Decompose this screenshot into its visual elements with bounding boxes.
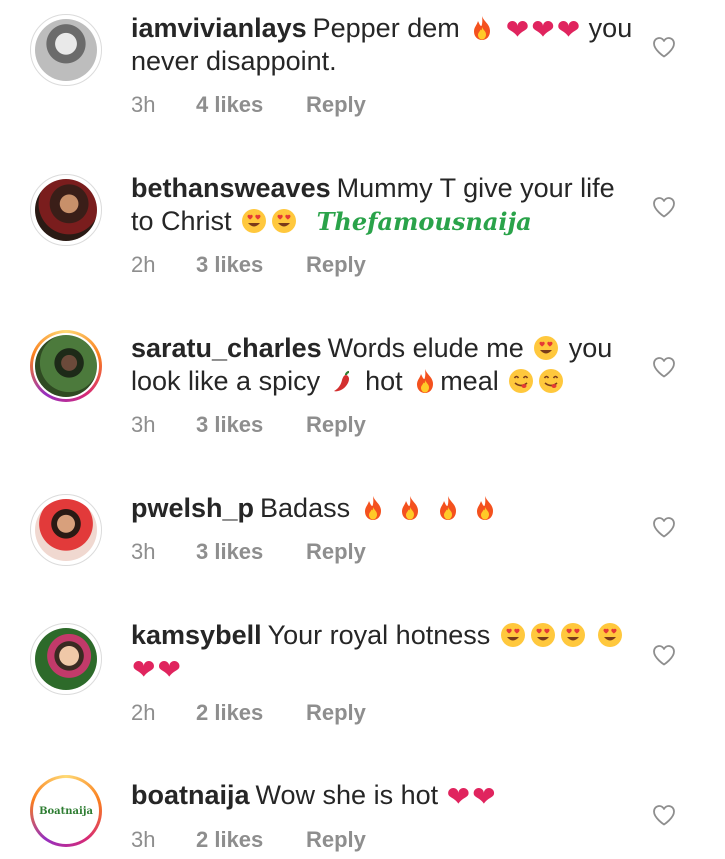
fire-emoji [360,495,386,521]
avatar[interactable]: Boatnaija [30,775,102,847]
comment-time: 3h [131,539,156,564]
comment-meta: 3h 2 likes Reply [131,827,366,853]
comment-time: 3h [131,412,156,437]
avatar[interactable] [30,174,102,246]
fire-emoji [412,368,438,394]
comment-text: pwelsh_p Badass [131,492,636,525]
pink-heart-emoji: ❤ [157,654,181,685]
comment-meta: 3h 3 likes Reply [131,412,366,438]
comment-likes[interactable]: 2 likes [196,827,306,853]
reply-button[interactable]: Reply [306,252,366,278]
fire-emoji [435,495,461,521]
pink-heart-emoji: ❤ [132,654,156,685]
heart-outline-icon[interactable] [652,516,676,538]
comment-likes[interactable]: 3 likes [196,539,306,565]
yum-emoji [508,368,534,394]
avatar[interactable] [30,494,102,566]
comment-username[interactable]: saratu_charles [131,333,322,363]
comment-meta: 2h 3 likes Reply [131,252,366,278]
heart-outline-icon[interactable] [652,356,676,378]
avatar[interactable] [30,14,102,86]
chili-pepper-emoji [330,368,356,394]
comment-username[interactable]: pwelsh_p [131,493,254,523]
reply-button[interactable]: Reply [306,700,366,726]
comment-likes[interactable]: 3 likes [196,412,306,438]
comment-meta: 3h 3 likes Reply [131,539,366,565]
comment-time: 2h [131,700,156,725]
comment-time: 2h [131,252,156,277]
heart-eyes-emoji [597,622,623,648]
comment-likes[interactable]: 3 likes [196,252,306,278]
comment-text: bethansweaves Mummy T give your life to C… [131,172,636,238]
reply-button[interactable]: Reply [306,827,366,853]
comment-username[interactable]: iamvivianlays [131,13,307,43]
reply-button[interactable]: Reply [306,539,366,565]
comment-time: 3h [131,92,156,117]
pink-heart-emoji: ❤ [531,14,555,45]
comment-body: Pepper dem [312,13,460,43]
comment-likes[interactable]: 2 likes [196,700,306,726]
heart-eyes-emoji [560,622,586,648]
comment-body: Badass [260,493,351,523]
heart-eyes-emoji [241,208,267,234]
comment-text: kamsybell Your royal hotness ❤❤ [131,619,636,685]
comment-meta: 3h 4 likes Reply [131,92,366,118]
yum-emoji [538,368,564,394]
reply-button[interactable]: Reply [306,412,366,438]
reply-button[interactable]: Reply [306,92,366,118]
pink-heart-emoji: ❤ [472,781,496,812]
heart-outline-icon[interactable] [652,804,676,826]
comment-body: Wow she is hot [255,780,439,810]
comment-body: Your royal hotness [267,620,491,650]
avatar[interactable] [30,623,102,695]
heart-eyes-emoji [533,335,559,361]
heart-outline-icon[interactable] [652,36,676,58]
comment-body-continued: hot [365,366,403,396]
comment-likes[interactable]: 4 likes [196,92,306,118]
comment-time: 3h [131,827,156,852]
avatar[interactable] [30,330,102,402]
heart-eyes-emoji [530,622,556,648]
fire-emoji [472,495,498,521]
pink-heart-emoji: ❤ [556,14,581,45]
heart-outline-icon[interactable] [652,196,676,218]
comment-text: iamvivianlays Pepper dem ❤❤❤ you never di… [131,12,636,78]
comment-text: boatnaija Wow she is hot ❤❤ [131,779,636,812]
avatar-logo: Boatnaija [39,805,93,817]
comment-username[interactable]: bethansweaves [131,173,331,203]
comment-text: saratu_charles Words elude me you look li… [131,332,636,398]
heart-outline-icon[interactable] [652,644,676,666]
comment-meta: 2h 2 likes Reply [131,700,366,726]
comment-body-continued: meal [440,366,499,396]
comment-body: Words elude me [327,333,524,363]
heart-eyes-emoji [500,622,526,648]
comment-username[interactable]: boatnaija [131,780,250,810]
fire-emoji [397,495,423,521]
pink-heart-emoji: ❤ [446,781,471,812]
watermark: Thefamousnaija [316,207,532,236]
pink-heart-emoji: ❤ [505,14,530,45]
fire-emoji [469,15,495,41]
heart-eyes-emoji [271,208,297,234]
comment-username[interactable]: kamsybell [131,620,262,650]
